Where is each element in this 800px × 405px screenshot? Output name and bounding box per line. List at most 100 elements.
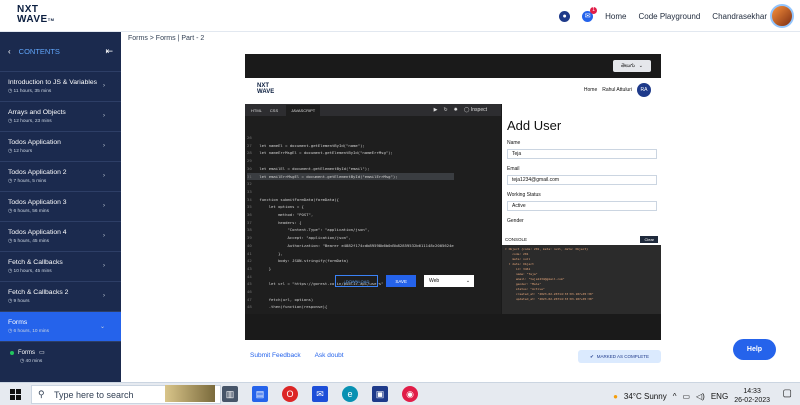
code-line: 32 xyxy=(247,181,252,187)
sidebar-item-fetch-2[interactable]: Fetch & Callbacks 2 ◷ 9 hours › xyxy=(0,282,121,312)
settings-icon: ✹ xyxy=(453,107,458,113)
tab-javascript: JAVASCRIPT xyxy=(286,104,321,116)
opera-icon[interactable]: O xyxy=(282,386,298,402)
course-sidebar: ‹ CONTENTS ⇤ Introduction to JS & Variab… xyxy=(0,32,121,382)
code-line: 48 .then(function(response){ xyxy=(247,304,328,310)
clock[interactable]: 14:33 26-02-2023 xyxy=(734,387,770,405)
language-select[interactable]: తెలుగు ⌄ xyxy=(613,60,651,72)
weather-icon: ● xyxy=(613,391,618,401)
sidebar-subitem-forms[interactable]: Forms ▭ ◷ 40 mins xyxy=(0,342,121,374)
collapse-sidebar-icon[interactable]: ⇤ xyxy=(105,46,113,57)
tab-css: CSS xyxy=(269,107,279,113)
chevron-right-icon: › xyxy=(103,83,105,89)
breadcrumb: Forms > Forms | Part - 2 xyxy=(128,35,205,42)
preview-name-input: Teja xyxy=(507,149,657,159)
user-avatar[interactable] xyxy=(770,4,794,28)
completed-dot-icon xyxy=(10,350,14,355)
code-line: 34 function submitFormData(formData){ xyxy=(247,196,339,202)
sidebar-item-todos-3[interactable]: Todos Application 3 ◷ 6 hours, 56 mins › xyxy=(0,192,121,222)
ask-doubt-link[interactable]: Ask doubt xyxy=(315,352,344,359)
tab-html: HTML xyxy=(251,107,262,113)
sidebar-item-todos-4[interactable]: Todos Application 4 ◷ 5 hours, 45 mins › xyxy=(0,222,121,252)
chevron-right-icon: › xyxy=(103,293,105,299)
code-line: 47 fetch(url, options) xyxy=(247,296,314,302)
sidebar-item-todos-2[interactable]: Todos Application 2 ◷ 7 hours, 5 mins › xyxy=(0,162,121,192)
windows-taskbar: ⚲ Type here to search ▥ ▤ O ✉ e ▣ ◉ ● 34… xyxy=(0,382,800,405)
file-explorer-icon[interactable]: ▤ xyxy=(252,386,268,402)
code-line: 35 let options = { xyxy=(247,204,304,210)
chevron-right-icon: › xyxy=(103,203,105,209)
code-line: 42 body: JSON.stringify(formData) xyxy=(247,258,349,264)
video-player[interactable]: తెలుగు ⌄ NXT WAVE Home Rahul Attuluri RA H… xyxy=(245,54,661,340)
submit-feedback-link[interactable]: Submit Feedback xyxy=(250,352,301,359)
action-center-icon[interactable]: ▢ xyxy=(783,388,792,399)
code-line: 33 xyxy=(247,188,252,194)
video-app-logo: NXT WAVE xyxy=(257,83,275,95)
code-line: 30 let emailEl = document.getElementById… xyxy=(247,165,370,171)
code-line: 36 method: "POST", xyxy=(247,212,314,218)
language-indicator[interactable]: ENG xyxy=(711,392,728,401)
notification-badge: 1 xyxy=(590,6,598,14)
code-line: 46 xyxy=(247,289,252,295)
sidebar-item-fetch-1[interactable]: Fetch & Callbacks ◷ 10 hours, 45 mins › xyxy=(0,252,121,282)
notification-icon[interactable]: ✉ 1 xyxy=(582,6,598,22)
chevron-right-icon: › xyxy=(103,233,105,239)
console-clear-button: Clear xyxy=(640,236,658,243)
app-icon[interactable]: ▣ xyxy=(372,386,388,402)
volume-icon[interactable]: ◁) xyxy=(696,392,705,401)
task-view-icon[interactable]: ▥ xyxy=(222,386,238,402)
video-icon: ▭ xyxy=(39,350,45,356)
code-line: 41 }, xyxy=(247,250,283,256)
download-button: ⤓ DOWNLOAD xyxy=(335,275,379,287)
chevron-right-icon: › xyxy=(103,173,105,179)
chrome-icon[interactable]: ◉ xyxy=(402,386,418,402)
sidebar-item-arrays-objects[interactable]: Arrays and Objects ◷ 12 hours, 23 mins › xyxy=(0,102,121,132)
chevron-left-icon[interactable]: ‹ xyxy=(8,47,11,56)
code-line: 29 xyxy=(247,158,252,164)
code-line: 39 Accept: "application/json", xyxy=(247,235,351,241)
tray-chevron-up-icon[interactable]: ^ xyxy=(673,392,677,401)
search-highlight-image xyxy=(165,385,215,402)
weather-text[interactable]: 34°C Sunny xyxy=(624,392,667,401)
windows-start-icon[interactable] xyxy=(10,389,21,400)
environment-select: Web ⌄ xyxy=(424,275,475,287)
output-preview: Add User Name Teja Email teja1234@gmail.… xyxy=(502,104,661,234)
nav-code-playground-link[interactable]: Code Playground xyxy=(638,12,700,21)
help-button[interactable]: Help xyxy=(733,339,776,360)
contents-header: ‹ CONTENTS ⇤ xyxy=(0,32,121,72)
code-line: 38 "Content-Type": "application/json", xyxy=(247,227,370,233)
code-line: 43 } xyxy=(247,265,272,271)
mail-icon[interactable]: ✉ xyxy=(312,386,328,402)
edge-icon[interactable]: e xyxy=(342,386,358,402)
preview-email-input: teja1234@gmail.com xyxy=(507,175,657,185)
chevron-right-icon: › xyxy=(103,143,105,149)
save-button: SAVE xyxy=(386,275,417,287)
top-navbar: NXT WAVETM ● ✉ 1 Home Code Playground Cha… xyxy=(0,0,800,32)
reset-icon: ↻ xyxy=(443,107,448,113)
nxtwave-logo[interactable]: NXT WAVETM xyxy=(17,5,55,25)
streak-icon[interactable]: ● xyxy=(559,10,571,22)
video-app-header: NXT WAVE Home Rahul Attuluri RA xyxy=(245,78,661,104)
sidebar-item-intro-js[interactable]: Introduction to JS & Variables ◷ 11 hour… xyxy=(0,72,121,102)
nav-home-link[interactable]: Home xyxy=(605,12,626,21)
contents-title: CONTENTS xyxy=(18,47,60,56)
sidebar-item-todos-1[interactable]: Todos Application ◷ 12 hours › xyxy=(0,132,121,162)
run-icon: ▶ xyxy=(433,107,438,113)
preview-status-select: Active xyxy=(507,201,657,211)
chevron-right-icon: › xyxy=(103,113,105,119)
chevron-down-icon: ⌄ xyxy=(99,324,105,330)
sidebar-item-forms[interactable]: Forms ◷ 6 hours, 10 mins ⌄ xyxy=(0,312,121,342)
search-icon: ⚲ xyxy=(38,389,45,399)
chevron-right-icon: › xyxy=(103,263,105,269)
console-output: ▾ Object {code: 201, meta: null, data: O… xyxy=(505,247,594,302)
code-line: 37 headers: { xyxy=(247,219,302,225)
network-icon[interactable]: ▭ xyxy=(682,392,690,401)
marked-complete-button[interactable]: ✔ MARKED AS COMPLETE xyxy=(578,350,661,363)
code-line: 28 let nameErrMsgEl = document.getElemen… xyxy=(247,150,393,156)
chevron-down-icon: ⌄ xyxy=(465,278,471,284)
user-name[interactable]: Chandrasekhar xyxy=(712,12,767,21)
check-circle-icon: ✔ xyxy=(589,353,594,359)
code-line: 40 Authorization: "Bearer e4882f174cdb89… xyxy=(247,242,454,248)
code-line: 31 let emailErrMsgEl = document.getEleme… xyxy=(247,172,454,181)
preview-title: Add User xyxy=(507,118,562,133)
